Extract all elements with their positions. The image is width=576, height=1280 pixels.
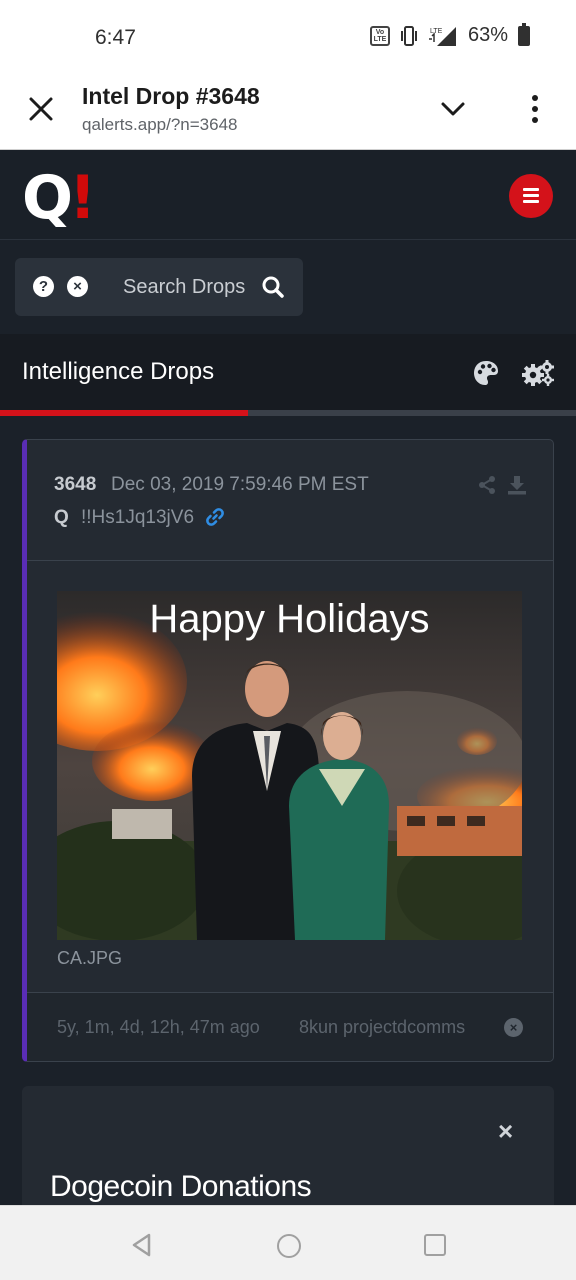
help-icon[interactable]: ?: [33, 276, 54, 297]
network-type-label: LTE: [430, 28, 443, 35]
drop-author: Q: [54, 507, 69, 528]
gears-icon[interactable]: [521, 359, 555, 387]
donations-title: Dogecoin Donations: [50, 1170, 312, 1203]
drop-card: 3648 Dec 03, 2019 7:59:46 PM EST Q !!Hs1…: [22, 439, 554, 1062]
status-bar: 6:47 Vo LTE LTE 63%: [0, 0, 576, 76]
search-area: ? ×: [0, 241, 576, 334]
logo-exclamation: !: [69, 163, 97, 233]
chevron-down-icon[interactable]: [440, 98, 466, 120]
clear-icon[interactable]: ×: [67, 276, 88, 297]
battery-icon: [518, 22, 530, 46]
battery-percent: 63%: [467, 24, 508, 46]
drop-image-art: [57, 591, 522, 940]
drop-header: 3648 Dec 03, 2019 7:59:46 PM EST Q !!Hs1…: [27, 440, 553, 561]
dismiss-icon[interactable]: ×: [504, 1018, 523, 1037]
back-icon[interactable]: [130, 1233, 154, 1257]
logo-q: Q: [22, 163, 74, 233]
menu-icon-bar: [523, 188, 539, 191]
section-title: Intelligence Drops: [22, 358, 215, 385]
search-input[interactable]: [123, 272, 245, 302]
link-icon[interactable]: [205, 507, 225, 527]
status-time: 6:47: [95, 26, 136, 49]
menu-icon-bar: [523, 194, 539, 197]
drop-source: 8kun projectdcomms: [299, 1017, 466, 1037]
home-icon[interactable]: [277, 1234, 301, 1258]
search-icon[interactable]: [261, 275, 285, 299]
scroll-progress-track: [0, 410, 576, 416]
drop-age: 5y, 1m, 4d, 12h, 47m ago: [57, 1017, 260, 1037]
download-icon[interactable]: [507, 475, 527, 495]
vibrate-icon: [400, 25, 417, 46]
browser-toolbar: Intel Drop #3648 qalerts.app/?n=3648: [0, 76, 576, 150]
recent-apps-icon[interactable]: [424, 1234, 446, 1256]
menu-icon-bar: [523, 200, 539, 203]
drop-tripcode: !!Hs1Jq13jV6: [81, 507, 195, 528]
status-icons: Vo LTE LTE 63%: [369, 22, 530, 47]
section-header: Intelligence Drops: [0, 334, 576, 416]
close-icon[interactable]: [26, 94, 56, 124]
site-header: Q !: [0, 150, 576, 240]
page-url: qalerts.app/?n=3648: [82, 115, 238, 134]
drop-date: Dec 03, 2019 7:59:46 PM EST: [111, 474, 369, 495]
drop-number[interactable]: 3648: [54, 474, 96, 496]
volte-icon: Vo LTE: [369, 25, 390, 46]
search-box: ? ×: [15, 258, 303, 316]
drop-filename[interactable]: CA.JPG: [57, 948, 122, 969]
share-icon[interactable]: [478, 475, 496, 495]
scroll-progress-fill: [0, 410, 248, 416]
palette-icon[interactable]: [472, 359, 500, 387]
drop-image[interactable]: Happy Holidays: [57, 591, 522, 940]
system-nav-bar: [0, 1205, 576, 1280]
close-donations-button[interactable]: ×: [498, 1116, 513, 1147]
menu-button[interactable]: [509, 174, 553, 218]
drop-image-caption: Happy Holidays: [149, 597, 430, 641]
signal-icon: LTE: [428, 26, 456, 46]
page-title: Intel Drop #3648: [82, 83, 260, 109]
more-vert-icon[interactable]: [527, 94, 543, 124]
drop-footer: 5y, 1m, 4d, 12h, 47m ago 8kun projectdco…: [27, 992, 553, 1061]
site-logo[interactable]: Q !: [22, 163, 97, 233]
